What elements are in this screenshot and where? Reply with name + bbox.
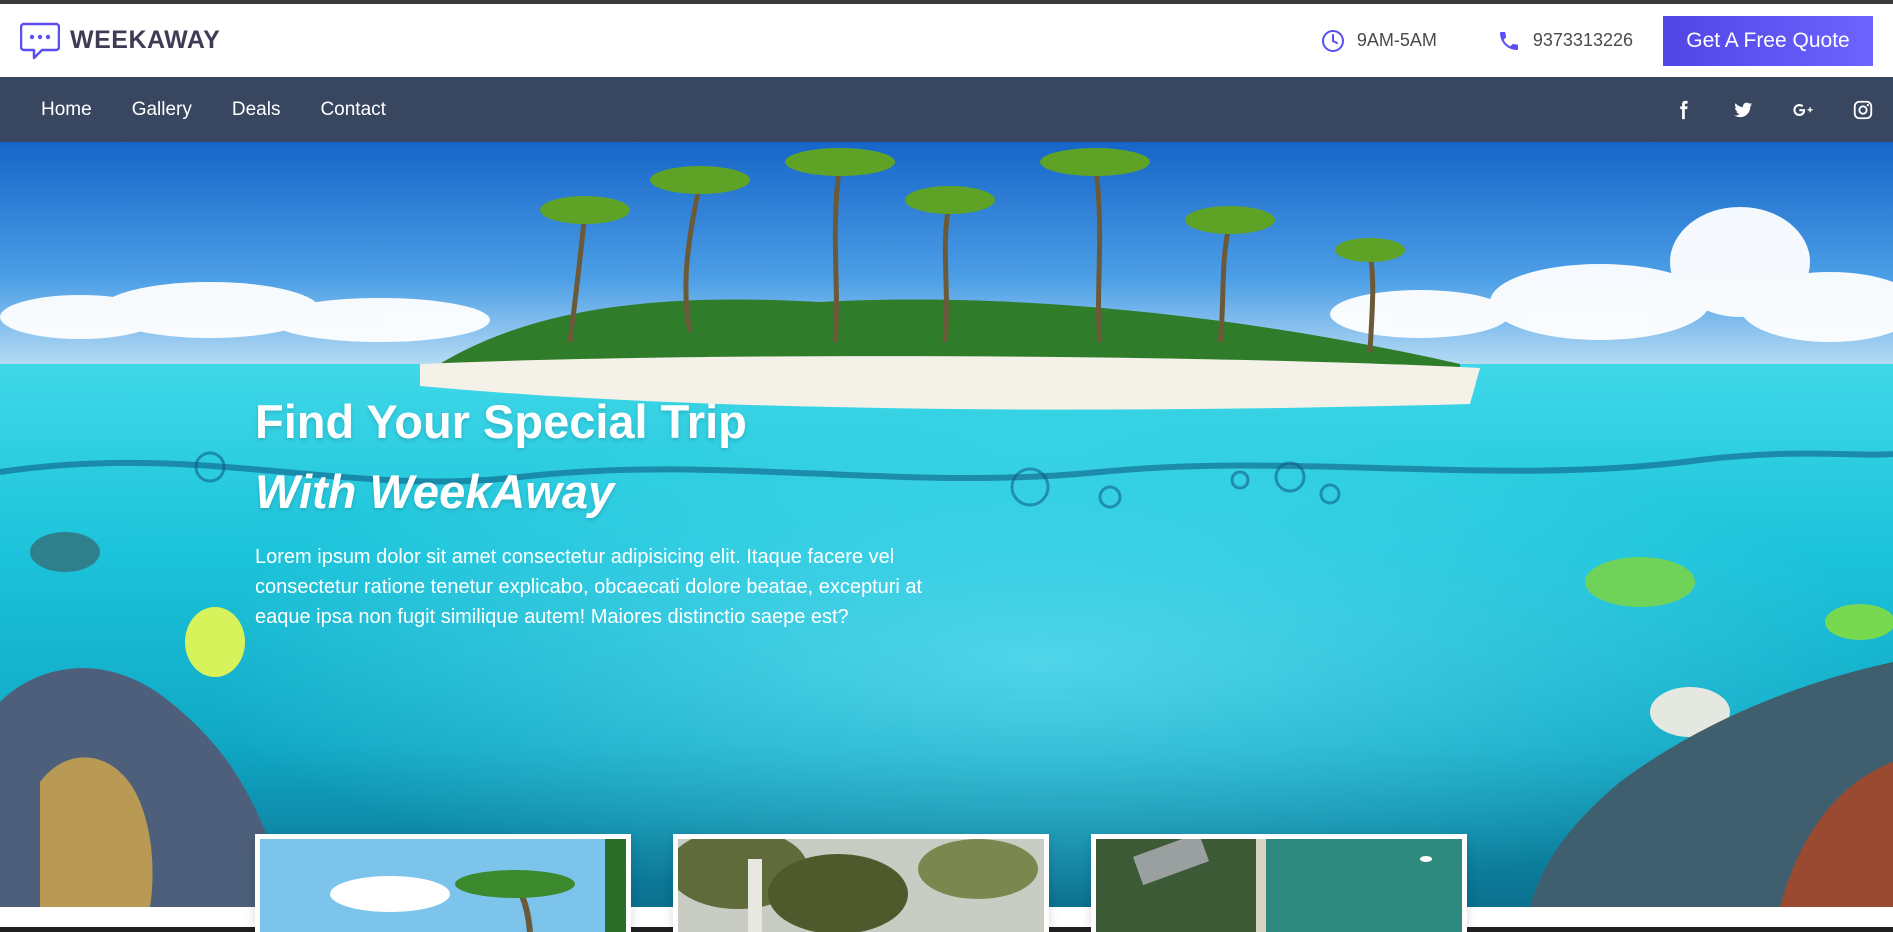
hours-text: 9AM-5AM xyxy=(1356,30,1437,50)
brand-name: WEEKAWAY xyxy=(70,26,221,54)
facebook-icon xyxy=(1680,100,1688,119)
instagram-link[interactable] xyxy=(1833,95,1893,125)
destination-card[interactable] xyxy=(255,834,631,932)
social-links xyxy=(1653,95,1893,125)
hero-section: Find Your Special Trip With WeekAway Lor… xyxy=(0,142,1893,907)
hero-subtitle: With WeekAway xyxy=(255,465,615,518)
phone-number[interactable]: 9373313226 xyxy=(1497,29,1633,53)
get-quote-button[interactable]: Get A Free Quote xyxy=(1663,15,1873,66)
destination-card-image xyxy=(1096,839,1462,932)
nav-links: Home Gallery Deals Contact xyxy=(41,99,426,121)
top-contact-area: 9AM-5AM 9373313226 Get A Free Quote xyxy=(1321,4,1893,77)
facebook-link[interactable] xyxy=(1653,95,1713,125)
google-plus-icon xyxy=(1793,103,1813,116)
destination-card[interactable] xyxy=(673,834,1049,932)
hero-description: Lorem ipsum dolor sit amet consectetur a… xyxy=(255,546,923,628)
top-header: WEEKAWAY 9AM-5AM 9373313226 Get A Free Q… xyxy=(0,4,1893,77)
destination-card[interactable] xyxy=(1091,834,1467,932)
business-hours: 9AM-5AM xyxy=(1321,29,1437,53)
twitter-link[interactable] xyxy=(1713,95,1773,125)
brand-logo[interactable]: WEEKAWAY xyxy=(20,21,220,61)
instagram-icon xyxy=(1853,100,1873,119)
phone-text: 9373313226 xyxy=(1532,30,1633,50)
nav-link-home[interactable]: Home xyxy=(41,99,92,121)
nav-link-deals[interactable]: Deals xyxy=(232,99,281,121)
destination-cards xyxy=(255,834,1509,932)
hero-title: Find Your Special Trip xyxy=(255,395,747,448)
destination-card-image xyxy=(260,839,626,932)
google-plus-link[interactable] xyxy=(1773,95,1833,125)
phone-icon xyxy=(1499,31,1518,50)
clock-icon xyxy=(1321,29,1344,52)
twitter-icon xyxy=(1734,102,1753,117)
chat-bubble-icon xyxy=(20,22,60,59)
main-nav: Home Gallery Deals Contact xyxy=(0,77,1893,142)
destination-card-image xyxy=(678,839,1044,932)
hero-text: Find Your Special Trip With WeekAway Lor… xyxy=(255,392,975,632)
nav-link-contact[interactable]: Contact xyxy=(320,99,385,121)
nav-link-gallery[interactable]: Gallery xyxy=(132,99,192,121)
